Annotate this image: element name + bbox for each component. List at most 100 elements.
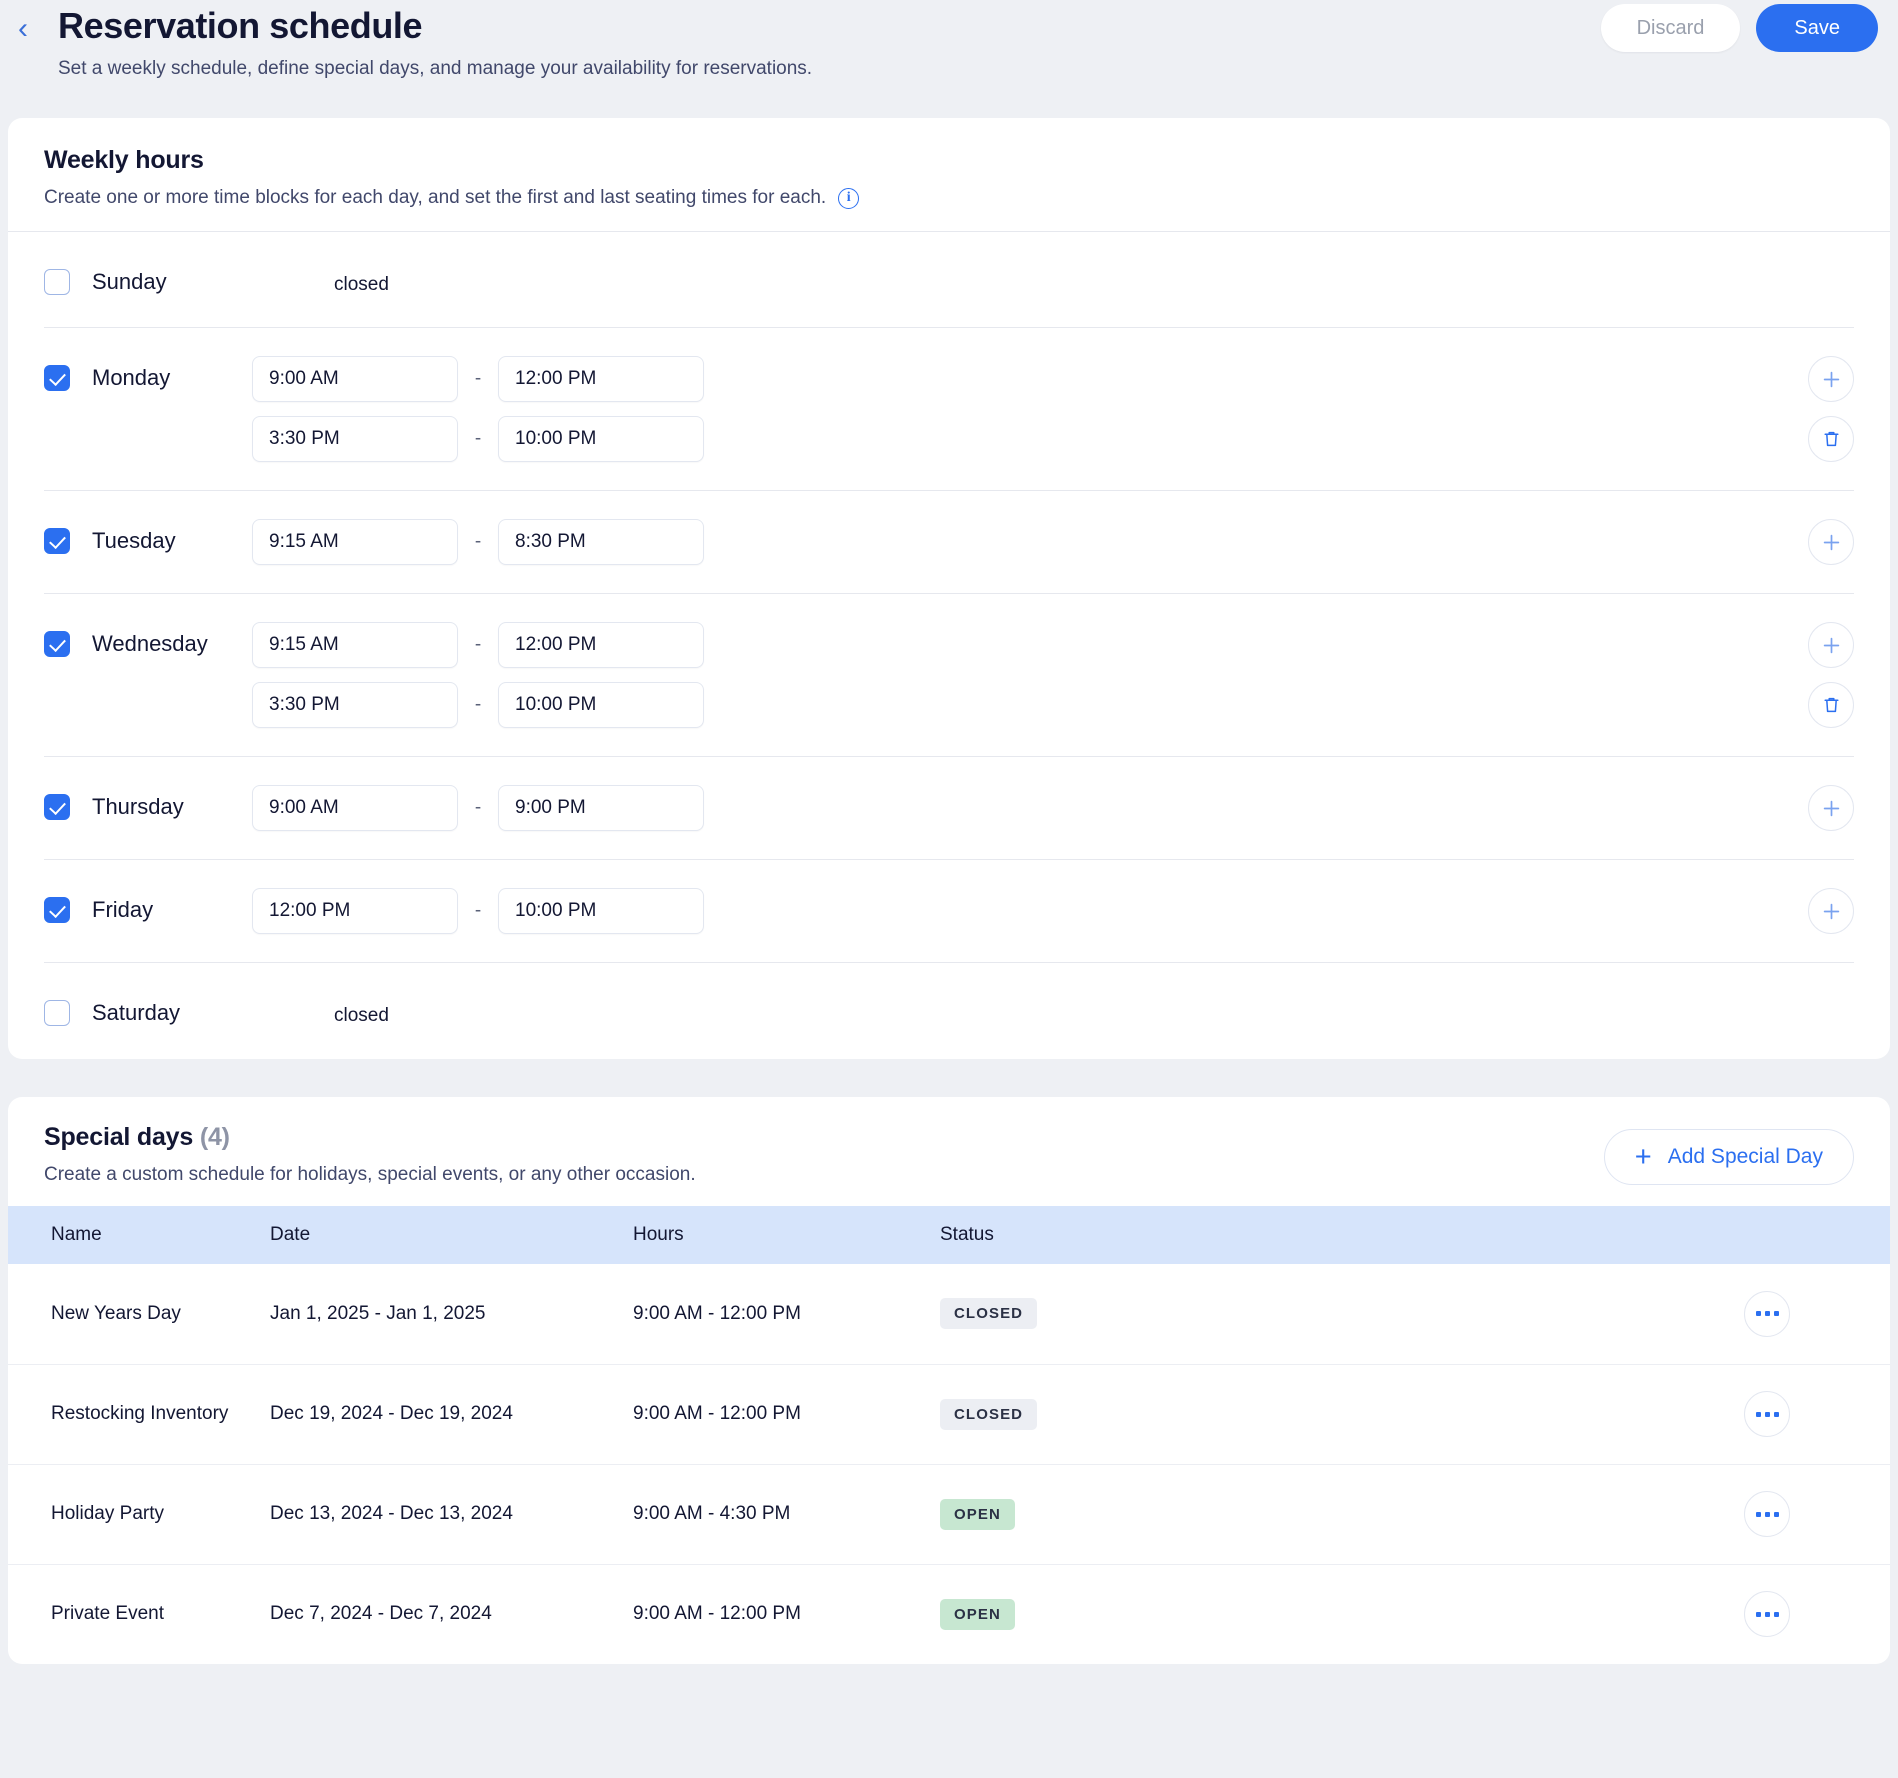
column-header-date: Date xyxy=(270,1206,633,1264)
page-subtitle: Set a weekly schedule, define special da… xyxy=(58,58,813,79)
cell-actions xyxy=(1040,1264,1890,1365)
row-more-options-button[interactable] xyxy=(1744,1491,1790,1537)
special-days-table-body: New Years Day Jan 1, 2025 - Jan 1, 2025 9:… xyxy=(8,1264,1890,1664)
time-blocks: -- xyxy=(252,356,1854,462)
day-checkbox-sunday[interactable] xyxy=(44,269,70,295)
time-range-dash: - xyxy=(474,694,482,715)
dot xyxy=(1755,1411,1761,1417)
time-range-dash: - xyxy=(474,428,482,449)
start-time-input[interactable] xyxy=(252,682,458,728)
day-row-friday: Friday - xyxy=(44,860,1854,963)
special-days-description-text: Create a custom schedule for holidays, s… xyxy=(44,1164,696,1185)
day-name-label: Tuesday xyxy=(92,528,176,553)
start-time-input[interactable] xyxy=(252,622,458,668)
column-header-hours: Hours xyxy=(633,1206,940,1264)
day-label-wrap: Tuesday xyxy=(44,519,252,555)
end-time-input[interactable] xyxy=(498,682,704,728)
start-time-input[interactable] xyxy=(252,785,458,831)
row-more-options-button[interactable] xyxy=(1744,1391,1790,1437)
day-name-label: Sunday xyxy=(92,269,167,294)
day-name-label: Saturday xyxy=(92,1000,181,1025)
day-checkbox-saturday[interactable] xyxy=(44,1000,70,1026)
weekly-hours-description-text: Create one or more time blocks for each … xyxy=(44,187,827,208)
dot xyxy=(1755,1611,1761,1617)
add-special-day-button[interactable]: + Add Special Day xyxy=(1603,1129,1854,1185)
cell-actions xyxy=(1040,1564,1890,1664)
time-block: - xyxy=(252,888,1854,934)
day-name-label: Monday xyxy=(92,365,171,390)
day-name-label: Friday xyxy=(92,897,154,922)
delete-time-block-button[interactable] xyxy=(1808,682,1854,728)
start-time-input[interactable] xyxy=(252,519,458,565)
dot xyxy=(1764,1611,1770,1617)
day-checkbox-wednesday[interactable] xyxy=(44,631,70,657)
special-days-title: Special days (4) xyxy=(44,1123,696,1152)
time-blocks: - xyxy=(252,785,1854,831)
day-checkbox-thursday[interactable] xyxy=(44,794,70,820)
day-closed-label: closed xyxy=(334,274,389,295)
weekly-hours-card: Weekly hours Create one or more time blo… xyxy=(8,118,1890,1059)
table-row[interactable]: Private Event Dec 7, 2024 - Dec 7, 2024 9:… xyxy=(8,1564,1890,1664)
cell-hours: 9:00 AM - 12:00 PM xyxy=(633,1264,940,1365)
day-checkbox-friday[interactable] xyxy=(44,897,70,923)
time-range-dash: - xyxy=(474,900,482,921)
dot xyxy=(1755,1311,1761,1317)
row-more-options-button[interactable] xyxy=(1744,1591,1790,1638)
status-badge: CLOSED xyxy=(940,1298,1038,1330)
header-actions: Discard Save xyxy=(1600,4,1878,52)
time-block: - xyxy=(252,356,1854,402)
chevron-left-icon[interactable]: ‹ xyxy=(6,12,40,46)
row-actions xyxy=(1808,356,1854,462)
delete-time-block-button[interactable] xyxy=(1808,416,1854,462)
cell-name: Restocking Inventory xyxy=(8,1364,270,1465)
info-icon[interactable]: i xyxy=(838,187,860,209)
dot xyxy=(1773,1611,1779,1617)
column-header-actions xyxy=(1040,1206,1890,1264)
add-time-block-button[interactable] xyxy=(1808,356,1854,402)
special-days-heading-block: Special days (4) Create a custom schedul… xyxy=(44,1123,696,1188)
end-time-input[interactable] xyxy=(498,519,704,565)
end-time-input[interactable] xyxy=(498,785,704,831)
day-checkbox-tuesday[interactable] xyxy=(44,528,70,554)
weekly-days-list: SundayclosedMonday--Tuesday-Wednesday--T… xyxy=(8,232,1890,1059)
save-button[interactable]: Save xyxy=(1756,4,1878,52)
add-time-block-button[interactable] xyxy=(1808,622,1854,668)
title-block: Reservation schedule Set a weekly schedu… xyxy=(58,4,812,82)
plus-icon: + xyxy=(1634,1140,1652,1173)
add-time-block-button[interactable] xyxy=(1808,785,1854,831)
row-actions xyxy=(1808,622,1854,728)
end-time-input[interactable] xyxy=(498,622,704,668)
cell-hours: 9:00 AM - 4:30 PM xyxy=(633,1464,940,1565)
page-title: Reservation schedule xyxy=(58,5,423,46)
time-range-dash: - xyxy=(474,368,482,389)
add-time-block-button[interactable] xyxy=(1808,519,1854,565)
day-label-wrap: Saturday xyxy=(44,991,252,1027)
special-days-table: Name Date Hours Status New Years Day Jan … xyxy=(8,1206,1890,1664)
day-checkbox-monday[interactable] xyxy=(44,365,70,391)
dot xyxy=(1764,1411,1770,1417)
discard-button[interactable]: Discard xyxy=(1600,4,1741,52)
start-time-input[interactable] xyxy=(252,888,458,934)
time-block: - xyxy=(252,416,1854,462)
time-blocks: - xyxy=(252,888,1854,934)
add-special-day-label: Add Special Day xyxy=(1667,1145,1823,1168)
row-more-options-button[interactable] xyxy=(1744,1290,1790,1337)
table-row[interactable]: New Years Day Jan 1, 2025 - Jan 1, 2025 9:… xyxy=(8,1264,1890,1365)
special-days-card: Special days (4) Create a custom schedul… xyxy=(8,1097,1890,1664)
add-time-block-button[interactable] xyxy=(1808,888,1854,934)
cell-actions xyxy=(1040,1464,1890,1565)
dot xyxy=(1764,1511,1770,1517)
table-row[interactable]: Holiday Party Dec 13, 2024 - Dec 13, 2024… xyxy=(8,1464,1890,1565)
end-time-input[interactable] xyxy=(498,888,704,934)
start-time-input[interactable] xyxy=(252,356,458,402)
end-time-input[interactable] xyxy=(498,416,704,462)
start-time-input[interactable] xyxy=(252,416,458,462)
time-blocks: -- xyxy=(252,622,1854,728)
cell-date: Dec 7, 2024 - Dec 7, 2024 xyxy=(270,1603,492,1625)
time-blocks: - xyxy=(252,519,1854,565)
table-row[interactable]: Restocking Inventory Dec 19, 2024 - Dec 1… xyxy=(8,1364,1890,1465)
day-row-thursday: Thursday - xyxy=(44,757,1854,860)
cell-actions xyxy=(1040,1364,1890,1465)
end-time-input[interactable] xyxy=(498,356,704,402)
time-range-dash: - xyxy=(474,634,482,655)
